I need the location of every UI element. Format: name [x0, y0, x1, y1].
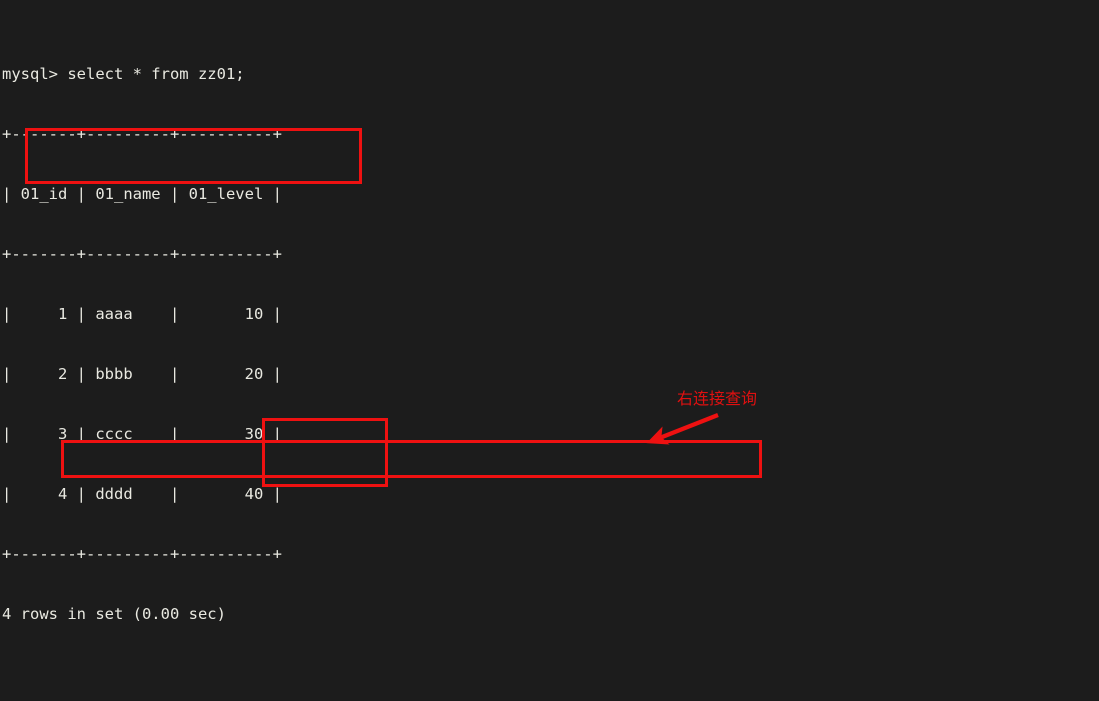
console-line: 4 rows in set (0.00 sec) — [2, 605, 226, 623]
console-line: +-------+---------+----------+ — [2, 125, 282, 143]
console-line: | 01_id | 01_name | 01_level | — [2, 185, 282, 203]
console-line: +-------+---------+----------+ — [2, 245, 282, 263]
console-line: +-------+---------+----------+ — [2, 545, 282, 563]
console-line: | 4 | dddd | 40 | — [2, 485, 282, 503]
console-output: mysql> select * from zz01; +-------+----… — [2, 4, 674, 701]
terminal-window[interactable]: mysql> select * from zz01; +-------+----… — [0, 0, 1099, 701]
console-line: | 2 | bbbb | 20 | — [2, 365, 282, 383]
console-line: mysql> select * from zz01; — [2, 65, 245, 83]
annotation-label-right-join: 右连接查询 — [677, 389, 758, 408]
console-line: | 3 | cccc | 30 | — [2, 425, 282, 443]
console-line: | 1 | aaaa | 10 | — [2, 305, 282, 323]
